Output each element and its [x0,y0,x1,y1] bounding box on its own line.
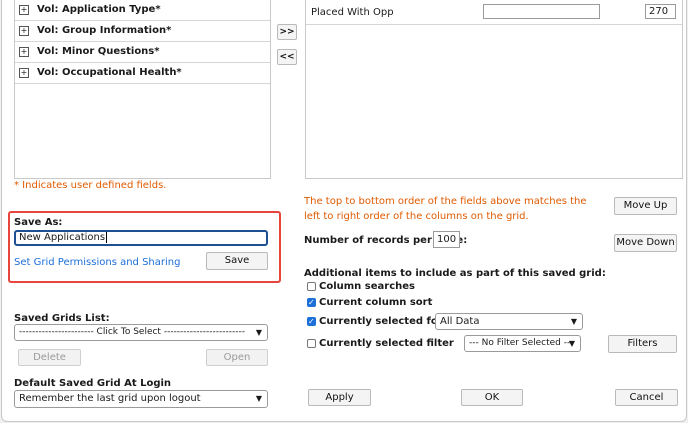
field-label: Vol: Group Information* [37,25,172,36]
filter-select-value: --- No Filter Selected --- [469,338,574,348]
field-alias-input[interactable] [483,4,600,19]
chevron-down-icon: ▼ [570,317,577,326]
selected-folder-checkbox[interactable] [307,316,316,327]
filters-button[interactable]: Filters [608,335,677,353]
move-up-button[interactable]: Move Up [614,197,677,215]
save-button[interactable]: Save [206,252,268,270]
save-as-title: Save As: [14,217,63,228]
selected-field-name: Placed With Opp [311,7,394,18]
folder-select[interactable]: All Data ▼ [435,313,583,330]
selected-filter-label: Currently selected filter [319,338,454,349]
chevron-down-icon: ▼ [568,339,575,348]
current-column-sort-label: Current column sort [319,297,433,308]
default-grid-select-value: Remember the last grid upon logout [19,393,201,404]
user-defined-note: * Indicates user defined fields. [14,180,167,191]
field-label: Vol: Minor Questions* [37,46,160,57]
records-per-page-input[interactable]: 100 [433,231,460,248]
expand-icon[interactable]: + [19,5,29,15]
open-button[interactable]: Open [206,349,268,366]
apply-button[interactable]: Apply [308,389,371,406]
selected-fields-list[interactable]: Placed With Opp 270 [305,0,683,179]
saved-grids-select[interactable]: ----------------------- Click To Select … [14,324,268,341]
save-as-input-value: New Applications [19,232,106,243]
field-label: Vol: Application Type* [37,4,161,15]
grid-settings-dialog: + Vol: Application Type* + Vol: Group In… [1,0,687,422]
field-width-input[interactable]: 270 [645,4,676,19]
available-fields-list[interactable]: + Vol: Application Type* + Vol: Group In… [14,0,271,179]
save-as-input[interactable]: New Applications [14,230,268,246]
default-grid-select[interactable]: Remember the last grid upon logout ▼ [14,390,268,408]
chevron-down-icon: ▼ [255,394,262,403]
order-note: The top to bottom order of the fields ab… [304,196,587,222]
saved-grids-title: Saved Grids List: [14,313,110,324]
text-cursor [106,232,108,243]
expand-icon[interactable]: + [19,68,29,78]
expand-icon[interactable]: + [19,47,29,57]
list-item[interactable]: + Vol: Minor Questions* [15,42,270,63]
ok-button[interactable]: OK [461,389,523,406]
delete-button[interactable]: Delete [18,349,81,366]
additional-items-title: Additional items to include as part of t… [304,268,606,279]
add-field-button[interactable]: >> [277,24,297,40]
list-item[interactable]: + Vol: Group Information* [15,21,270,42]
current-column-sort-checkbox[interactable] [307,297,316,308]
folder-select-value: All Data [440,316,480,327]
column-searches-checkbox[interactable] [307,282,316,291]
list-item[interactable]: + Vol: Occupational Health* [15,63,270,84]
cancel-button[interactable]: Cancel [615,389,678,406]
default-grid-title: Default Saved Grid At Login [14,378,172,389]
field-label: Vol: Occupational Health* [37,67,182,78]
list-item[interactable]: + Vol: Application Type* [15,0,270,21]
expand-icon[interactable]: + [19,26,29,36]
filter-select[interactable]: --- No Filter Selected --- ▼ [464,335,581,352]
table-row[interactable]: Placed With Opp 270 [306,0,682,25]
column-searches-label: Column searches [319,281,415,292]
chevron-down-icon: ▼ [255,328,262,337]
saved-grids-select-value: ----------------------- Click To Select … [19,327,246,337]
move-down-button[interactable]: Move Down [614,234,677,252]
grid-permissions-link[interactable]: Set Grid Permissions and Sharing [14,257,180,268]
remove-field-button[interactable]: << [277,49,297,65]
selected-filter-checkbox[interactable] [307,339,316,348]
